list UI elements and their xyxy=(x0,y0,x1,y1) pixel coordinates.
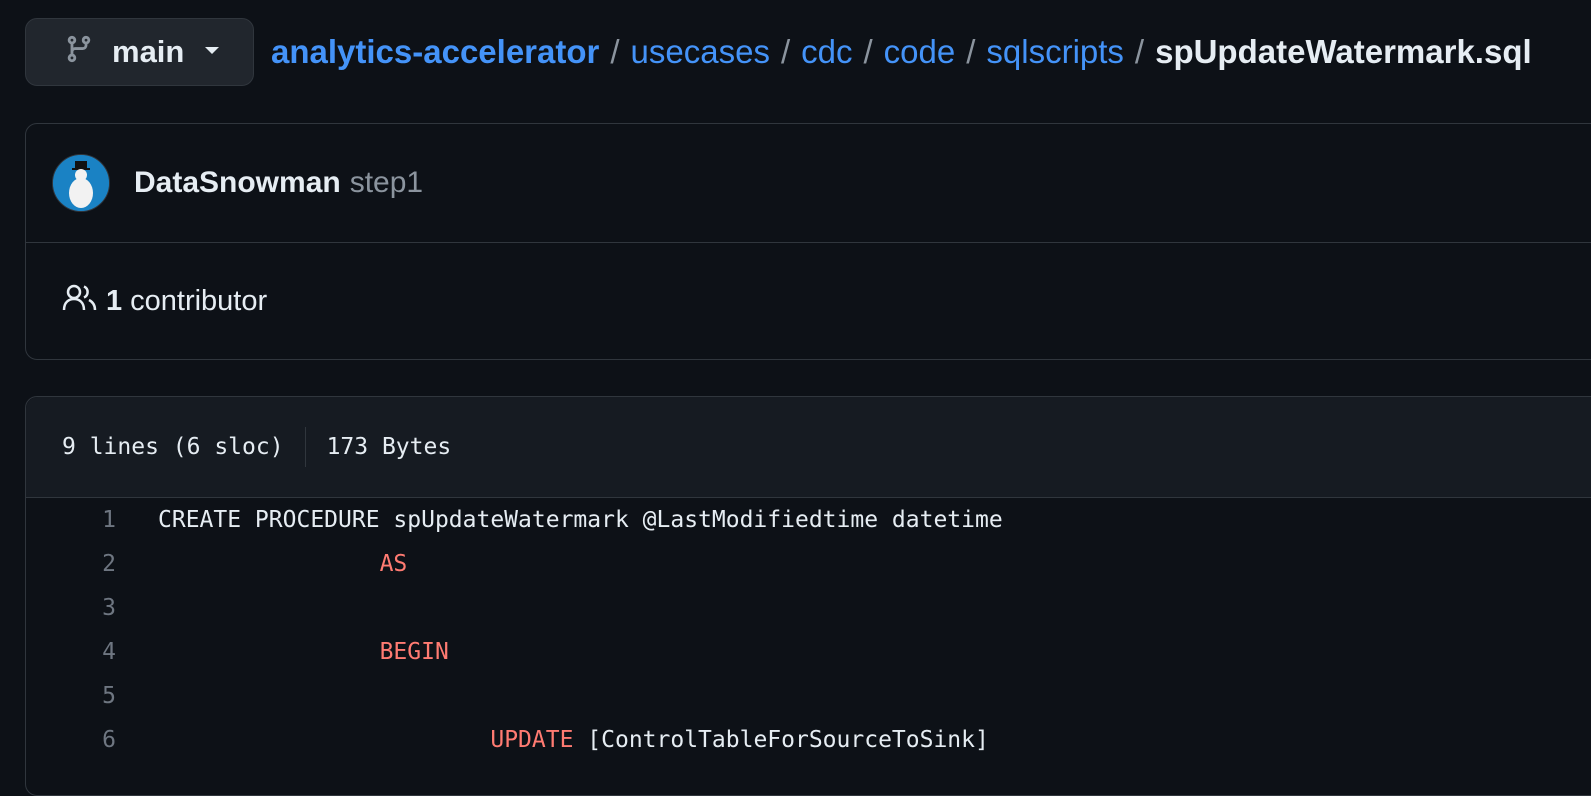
breadcrumb-separator: / xyxy=(966,32,976,70)
line-number[interactable]: 2 xyxy=(26,551,116,577)
code-line: 6 UPDATE [ControlTableForSourceToSink] xyxy=(26,718,1591,762)
contributor-count: 1 xyxy=(106,285,123,317)
code-line: 4 BEGIN xyxy=(26,630,1591,674)
contributors-row[interactable]: 1 contributor xyxy=(26,243,1591,360)
commit-author-link[interactable]: DataSnowman xyxy=(134,166,341,200)
line-number[interactable]: 3 xyxy=(26,595,116,621)
chevron-down-icon xyxy=(204,43,220,61)
contributor-label: contributor xyxy=(130,285,268,317)
commit-message-link[interactable]: step1 xyxy=(350,166,423,200)
line-number[interactable]: 4 xyxy=(26,639,116,665)
header-divider xyxy=(304,427,306,467)
line-number[interactable]: 1 xyxy=(26,507,116,533)
branch-name: main xyxy=(112,33,185,69)
breadcrumb: analytics-accelerator / usecases / cdc /… xyxy=(271,33,1532,71)
code-line: 5 xyxy=(26,674,1591,718)
code-line: 1 CREATE PROCEDURE spUpdateWatermark @La… xyxy=(26,498,1591,542)
people-icon xyxy=(62,283,98,321)
breadcrumb-repo-link[interactable]: analytics-accelerator xyxy=(271,33,599,71)
code-text: UPDATE [ControlTableForSourceToSink] xyxy=(490,727,989,753)
commit-info-box: DataSnowman step1 1 contributor xyxy=(25,123,1591,360)
code-line: 2 AS xyxy=(26,542,1591,586)
file-size: 173 Bytes xyxy=(326,434,452,460)
file-viewer: 9 lines (6 sloc) 173 Bytes 1 CREATE PROC… xyxy=(25,396,1591,796)
code-line: 3 xyxy=(26,586,1591,630)
breadcrumb-separator: / xyxy=(610,32,620,70)
breadcrumb-link-usecases[interactable]: usecases xyxy=(631,33,770,71)
git-branch-icon xyxy=(64,32,94,71)
file-navigation: main analytics-accelerator / usecases / … xyxy=(25,17,1532,86)
breadcrumb-separator: / xyxy=(1134,32,1145,70)
avatar[interactable] xyxy=(52,154,110,212)
breadcrumb-separator: / xyxy=(780,32,791,70)
file-info-header: 9 lines (6 sloc) 173 Bytes xyxy=(26,397,1591,498)
code-listing: 1 CREATE PROCEDURE spUpdateWatermark @La… xyxy=(26,498,1591,762)
breadcrumb-file-name: spUpdateWatermark.sql xyxy=(1155,32,1532,70)
code-text: BEGIN xyxy=(379,639,449,665)
file-lines-info: 9 lines (6 sloc) xyxy=(62,434,284,460)
code-text: AS xyxy=(379,551,408,577)
branch-selector-button[interactable]: main xyxy=(25,17,254,86)
breadcrumb-link-sqlscripts[interactable]: sqlscripts xyxy=(986,33,1124,71)
code-text: CREATE PROCEDURE spUpdateWatermark @Last… xyxy=(158,507,1003,533)
line-number[interactable]: 6 xyxy=(26,727,116,753)
breadcrumb-link-cdc[interactable]: cdc xyxy=(801,33,852,71)
breadcrumb-link-code[interactable]: code xyxy=(884,33,956,71)
breadcrumb-separator: / xyxy=(863,32,873,70)
latest-commit-row: DataSnowman step1 xyxy=(26,124,1591,243)
line-number[interactable]: 5 xyxy=(26,683,116,709)
